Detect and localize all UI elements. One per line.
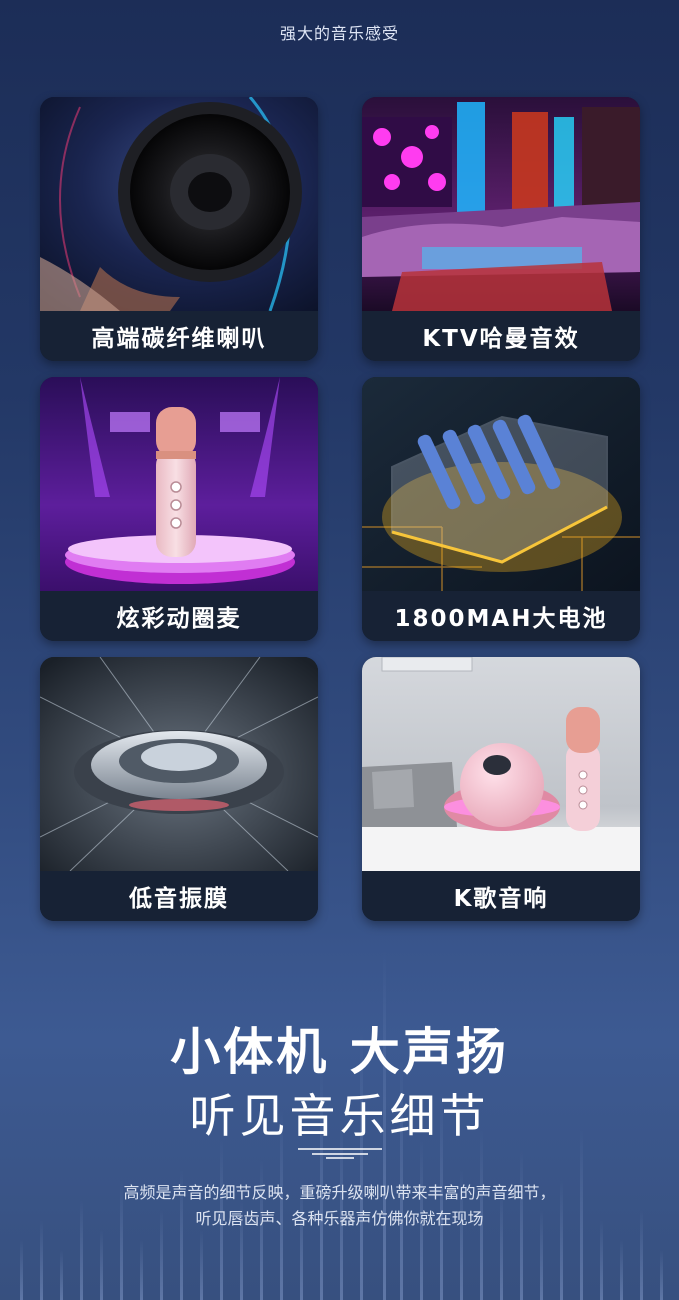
microphone-stage-image <box>40 377 318 591</box>
decorative-divider <box>298 1148 382 1159</box>
page-top-title: 强大的音乐感受 <box>279 24 399 43</box>
promo-subheadline: 听见音乐细节 <box>189 1089 490 1143</box>
feature-caption: K歌音响 <box>362 871 640 921</box>
feature-caption: KTV哈曼音效 <box>362 311 640 361</box>
description-line-1: 高频是声音的细节反映，重磅升级喇叭带来丰富的声音细节， <box>123 1183 556 1202</box>
feature-card-bass: 低音振膜 <box>40 657 318 921</box>
speaker-image <box>40 97 318 311</box>
feature-caption: 高端碳纤维喇叭 <box>40 311 318 361</box>
feature-card-speaker: 高端碳纤维喇叭 <box>40 97 318 361</box>
promo-description: 高频是声音的细节反映，重磅升级喇叭带来丰富的声音细节， 听见唇齿声、各种乐器声仿… <box>40 1180 639 1232</box>
description-line-2: 听见唇齿声、各种乐器声仿佛你就在现场 <box>195 1209 484 1228</box>
promo-headline: 小体机 大声扬 <box>170 1023 509 1081</box>
feature-caption: 1800MAH大电池 <box>362 591 640 641</box>
feature-card-battery: 1800MAH大电池 <box>362 377 640 641</box>
ktv-room-image <box>362 97 640 311</box>
feature-card-microphone: 炫彩动圈麦 <box>40 377 318 641</box>
battery-pack-image <box>362 377 640 591</box>
feature-caption: 炫彩动圈麦 <box>40 591 318 641</box>
feature-card-karaoke: K歌音响 <box>362 657 640 921</box>
feature-card-ktv: KTV哈曼音效 <box>362 97 640 361</box>
bass-diaphragm-image <box>40 657 318 871</box>
karaoke-speaker-image <box>362 657 640 871</box>
feature-caption: 低音振膜 <box>40 871 318 921</box>
